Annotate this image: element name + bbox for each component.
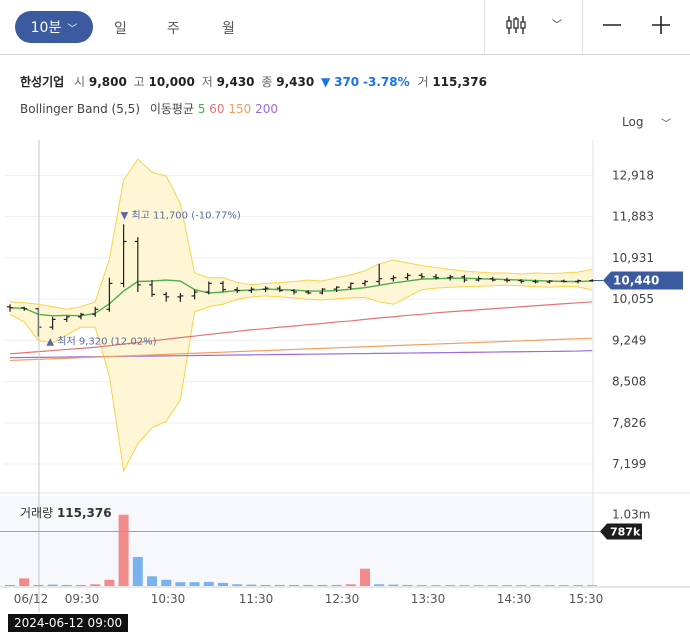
price-tick-label: 8,508 [612,375,646,389]
volume-bar [459,585,470,586]
volume-bar [161,579,172,586]
volume-bar [260,584,271,586]
price-tick-label: 10,931 [612,251,654,265]
volume-bar [274,584,285,586]
volume-bar [502,585,512,586]
volume-panel-value: 115,376 [56,506,112,520]
volume-bar [203,581,214,586]
volume-bar [5,584,15,586]
x-tick-label: 11:30 [239,592,274,606]
volume-bar [530,585,541,586]
volume-panel-title: 거래량 [20,506,54,520]
volume-bar [402,584,413,586]
volume-bar [19,578,30,586]
x-tick-label: 14:30 [497,592,532,606]
volume-bar [360,568,370,586]
volume-bar [90,584,101,586]
volume-bar [132,556,143,586]
volume-bar [76,584,86,586]
low-annotation: ▲ 최저 9,320 (12.02%) [46,336,156,348]
volume-bar [147,576,157,586]
x-tick-label: 13:30 [411,592,446,606]
volume-bar [118,514,129,586]
volume-bar [189,582,200,586]
volume-bar [175,582,186,586]
volume-bar [33,584,44,586]
volume-bar [487,585,498,586]
price-tick-label: 10,055 [612,292,654,306]
volume-bar [573,585,583,586]
volume-bar [61,584,72,586]
volume-bar [374,584,385,586]
volume-bar [558,585,569,586]
price-tick-label: 9,249 [612,333,646,347]
high-annotation: ▼ 최고 11,700 (-10.77%) [121,209,241,221]
price-chart[interactable]: 12,918 11,883 10,931 10,055 9,249 8,508 7,826 7… [0,0,690,630]
price-tick-label: 7,199 [612,457,646,471]
bollinger-band-fill [10,159,593,471]
crosshair-date-label: 2024-06-12 09:00 [8,614,129,632]
x-tick-label: 12:30 [325,592,360,606]
price-tick-label: 11,883 [612,210,654,224]
volume-bar [345,584,356,586]
volume-bar [218,582,228,586]
volume-bar [431,585,441,586]
volume-bar [104,579,115,586]
volume-tick-label: 1.03m [612,508,650,522]
volume-bar [47,584,58,586]
volume-bar [388,584,399,586]
x-tick-label: 06/12 [14,592,49,606]
volume-current-label: 787k [610,526,641,539]
volume-panel-label: 거래량 115,376 [20,504,112,521]
price-tick-label: 7,826 [612,416,646,430]
x-tick-label: 09:30 [65,592,100,606]
volume-bar [416,585,427,586]
x-tick-label: 10:30 [151,592,186,606]
price-tick-label: 12,918 [612,168,654,182]
volume-bar [544,585,555,586]
volume-bar [303,584,314,586]
volume-bar [317,584,328,586]
volume-bar [289,584,299,586]
volume-bar [445,585,456,586]
volume-bar [516,585,527,586]
volume-bar [473,585,484,586]
x-tick-label: 15:30 [569,592,604,606]
current-price-label: 10,440 [613,274,659,288]
volume-bar [246,584,257,586]
volume-bar [587,585,598,586]
volume-bar [232,584,243,586]
volume-bar [331,584,342,586]
